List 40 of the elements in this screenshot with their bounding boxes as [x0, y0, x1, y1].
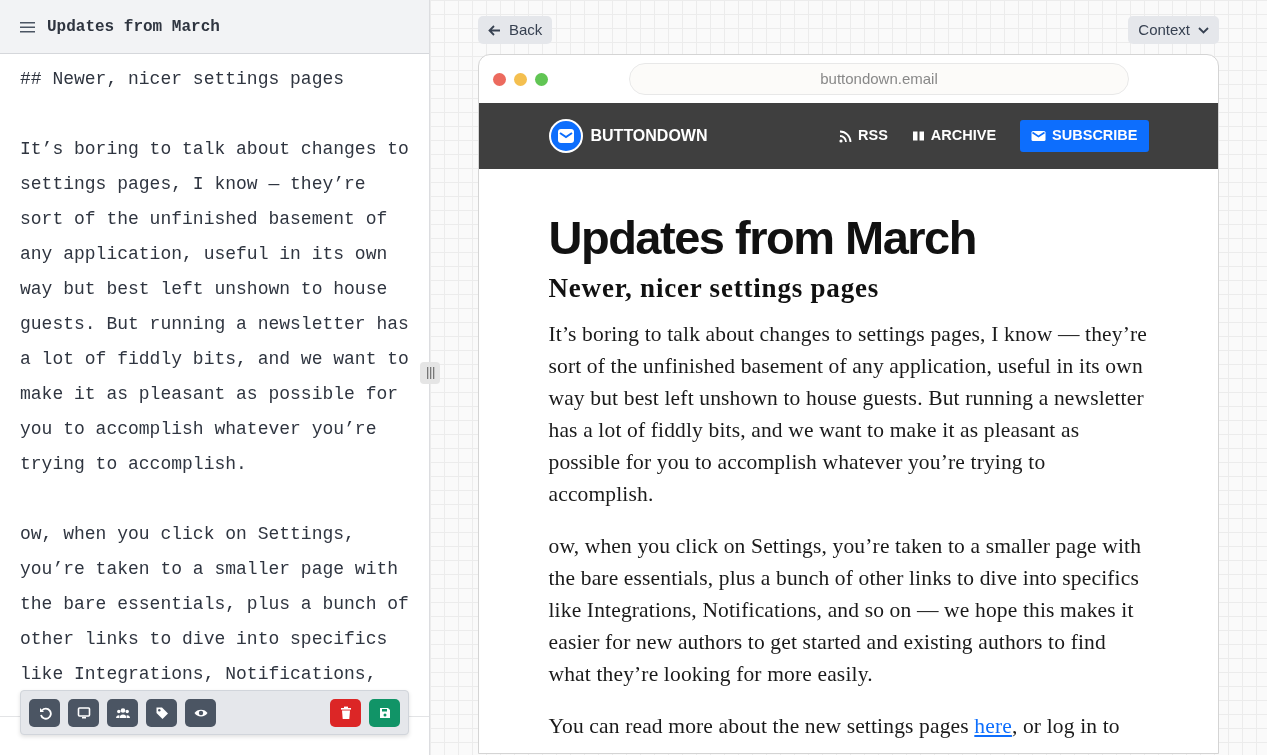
minimize-dot[interactable]: [514, 72, 527, 86]
people-icon: [115, 705, 130, 720]
back-arrow-icon: [488, 24, 501, 36]
save-button[interactable]: [369, 698, 400, 727]
maximize-dot[interactable]: [535, 72, 548, 86]
document-title: Updates from March: [47, 16, 220, 38]
trash-icon: [338, 705, 353, 720]
back-button[interactable]: Back: [478, 16, 553, 44]
archive-link[interactable]: ARCHIVE: [911, 125, 997, 147]
logo-icon: [548, 119, 583, 153]
article-title: Updates from March: [548, 212, 977, 264]
audience-button[interactable]: [107, 698, 138, 727]
view-button[interactable]: [185, 698, 216, 727]
delete-button[interactable]: [330, 698, 361, 727]
undo-button[interactable]: [29, 698, 60, 727]
tags-button[interactable]: [146, 698, 177, 727]
article-subtitle: Newer, nicer settings pages: [548, 271, 881, 305]
book-icon: [911, 130, 925, 142]
rss-link[interactable]: RSS: [839, 125, 888, 147]
address-bar[interactable]: buttondown.email: [629, 63, 1129, 95]
article-paragraph: ow, when you click on Settings, you’re taken to a smaller page with the bare essentials, plus a bunch of other links to dive into specifics like Integrations, Notifications, and so on — we hope this makes it easier for new authors to get started and existing authors to find what they’re looking for more easily.: [548, 533, 1143, 689]
tag-icon: [154, 705, 169, 720]
article-paragraph: You can read more about the new settings pages here, or log in to: [548, 713, 1121, 741]
preview-button[interactable]: [68, 698, 99, 727]
resize-handle[interactable]: [420, 362, 440, 384]
monitor-icon: [76, 705, 91, 720]
subscribe-button[interactable]: SUBSCRIBE: [1020, 120, 1149, 152]
markdown-heading: ## Newer, nicer settings pages: [20, 68, 346, 91]
here-link[interactable]: here: [974, 714, 1012, 739]
rss-icon: [839, 129, 852, 143]
menu-icon[interactable]: [20, 20, 35, 33]
envelope-icon: [1031, 130, 1047, 142]
context-dropdown[interactable]: Context: [1128, 16, 1219, 44]
close-dot[interactable]: [493, 72, 506, 86]
site-name[interactable]: BUTTONDOWN: [590, 124, 708, 148]
markdown-paragraph: It’s boring to talk about changes to settings pages, I know — they’re sort of the unfinished basement of any application, useful in its own way but best left unshown to house guests. But running a newsletter has a lot of fiddly bits, and we want to make it as pleasant as possible for you to accomplish whatever you’re trying to accomplish.: [20, 138, 409, 476]
markdown-paragraph: ow, when you click on Settings, you’re taken to a smaller page with the bare essentials, plus a bunch of other links to dive into specifics like Integrations, Notifications,: [20, 523, 409, 686]
article-paragraph: It’s boring to talk about changes to settings pages, I know — they’re sort of the unfinished basement of any application, useful in its own way but best left unshown to house guests. But running a newsletter has a lot of fiddly bits, and we want to make it as pleasant as possible for you to accomplish whatever you’re trying to accomplish.: [548, 321, 1148, 509]
undo-icon: [37, 705, 52, 720]
caret-icon: [1198, 26, 1209, 34]
